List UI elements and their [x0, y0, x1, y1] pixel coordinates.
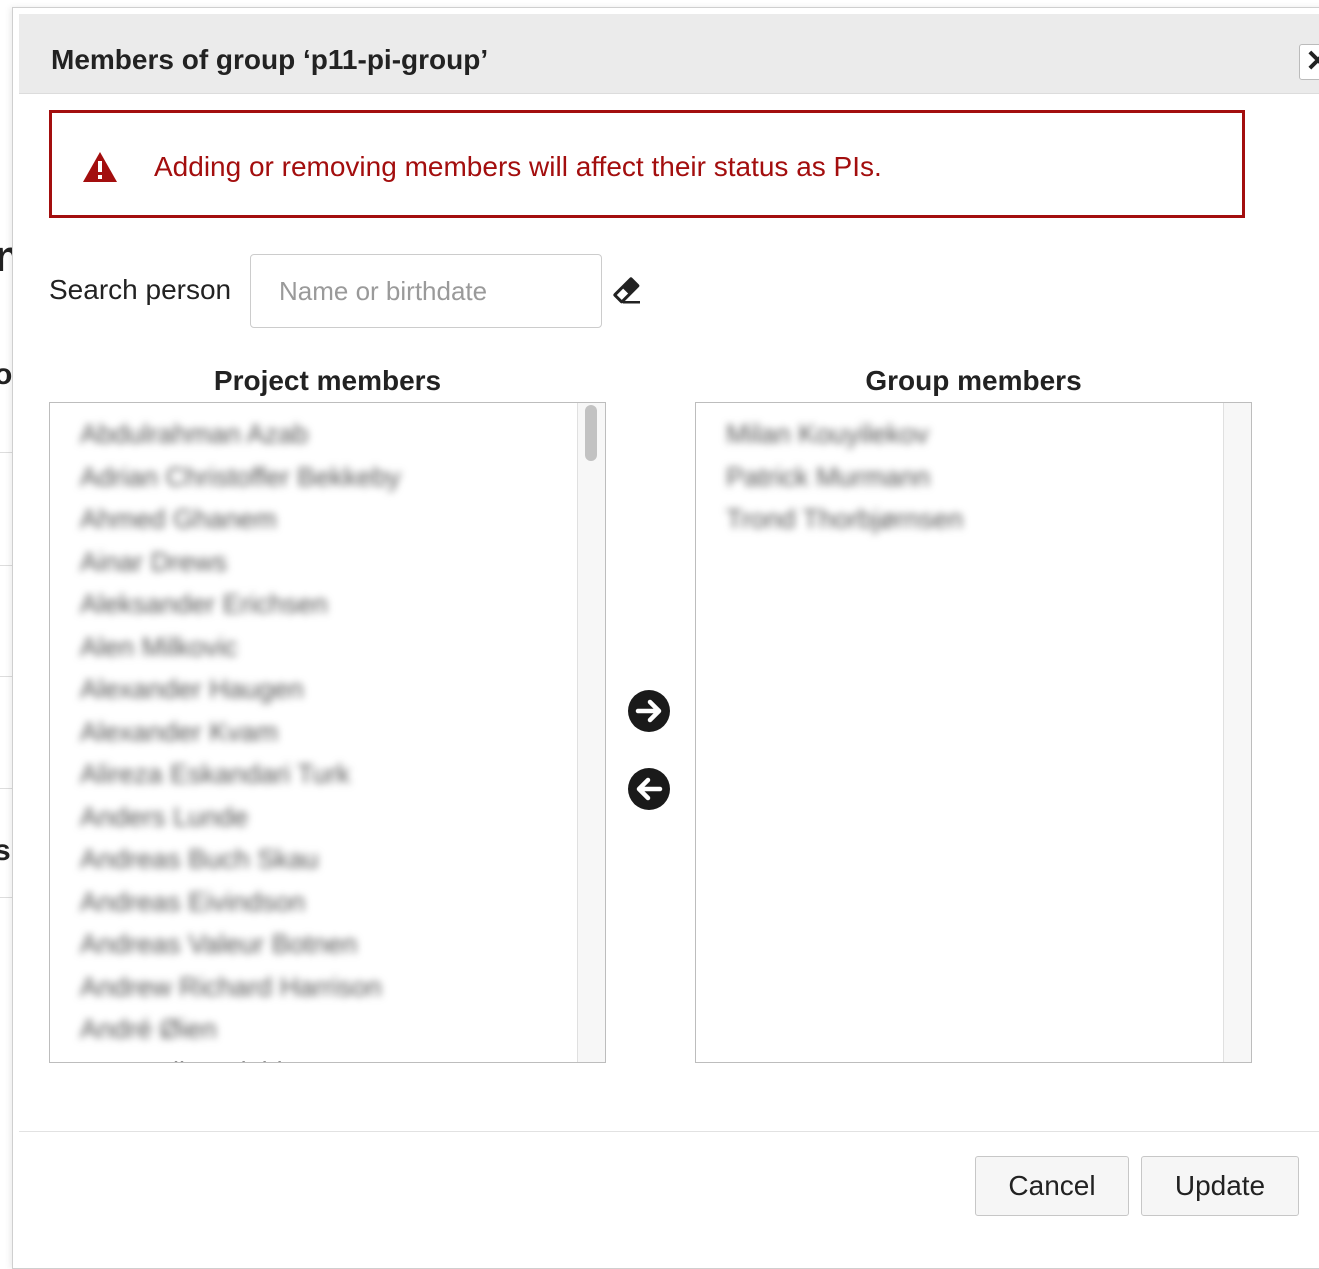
list-item[interactable]: Ane Malin Solaid — [80, 1055, 580, 1063]
list-item[interactable]: Alireza Eskandari Turk — [80, 757, 580, 800]
list-item[interactable]: Andreas Buch Skau — [80, 842, 580, 885]
group-members-title: Group members — [865, 365, 1082, 396]
project-members-scrollbar[interactable] — [577, 403, 605, 1062]
list-item[interactable]: Alexander Haugen — [80, 672, 580, 715]
list-item[interactable]: Anders Lunde — [80, 800, 580, 843]
project-members-items: Abdulrahman Azab Adrian Christoffer Bekk… — [80, 417, 580, 1063]
list-item[interactable]: Trond Thorbjørnsen — [726, 502, 1226, 545]
list-item[interactable]: Andreas Eivindson — [80, 885, 580, 928]
close-button[interactable]: ✕ — [1299, 44, 1319, 80]
update-button[interactable]: Update — [1141, 1156, 1299, 1216]
list-item[interactable]: Aleksander Erichsen — [80, 587, 580, 630]
list-item[interactable]: Patrick Murmann — [726, 460, 1226, 503]
list-item[interactable]: Alexander Kvam — [80, 715, 580, 758]
list-item[interactable]: Abdulrahman Azab — [80, 417, 580, 460]
background-divider — [0, 565, 12, 566]
list-item[interactable]: Andreas Valeur Botnen — [80, 927, 580, 970]
warning-triangle-icon — [83, 152, 117, 182]
eraser-icon[interactable] — [610, 276, 642, 304]
group-members-scrollbar[interactable] — [1223, 403, 1251, 1062]
list-item[interactable]: Ainar Drews — [80, 545, 580, 588]
cancel-button[interactable]: Cancel — [975, 1156, 1129, 1216]
members-dialog: Members of group ‘p11-pi-group’ ✕ Adding… — [12, 7, 1319, 1269]
scrollbar-thumb[interactable] — [585, 405, 597, 461]
group-members-items: Milan Kouyilekov Patrick Murmann Trond T… — [726, 417, 1226, 545]
list-item[interactable]: Milan Kouyilekov — [726, 417, 1226, 460]
footer-divider — [19, 1131, 1319, 1132]
alert-message: Adding or removing members will affect t… — [154, 151, 882, 182]
arrow-left-circle-icon[interactable] — [627, 767, 671, 811]
close-icon: ✕ — [1305, 45, 1319, 78]
list-item[interactable]: André Øien — [80, 1012, 580, 1055]
background-text: s — [0, 834, 11, 867]
project-members-list[interactable]: Abdulrahman Azab Adrian Christoffer Bekk… — [49, 402, 606, 1063]
background-divider — [0, 452, 12, 453]
list-item[interactable]: Andrew Richard Harrison — [80, 970, 580, 1013]
list-item[interactable]: Alen Milkovic — [80, 630, 580, 673]
background-divider — [0, 676, 12, 677]
search-input[interactable] — [250, 254, 602, 328]
dialog-header: Members of group ‘p11-pi-group’ ✕ — [19, 14, 1319, 94]
project-members-title: Project members — [213, 365, 442, 396]
arrow-right-circle-icon[interactable] — [627, 689, 671, 733]
search-label: Search person — [49, 274, 232, 305]
background-text: o — [0, 358, 13, 391]
background-divider — [0, 788, 12, 789]
background-divider — [0, 897, 12, 898]
list-item[interactable]: Adrian Christoffer Bekkeby — [80, 460, 580, 503]
warning-alert: Adding or removing members will affect t… — [49, 110, 1245, 218]
list-item[interactable]: Ahmed Ghanem — [80, 502, 580, 545]
group-members-list[interactable]: Milan Kouyilekov Patrick Murmann Trond T… — [695, 402, 1252, 1063]
dialog-title: Members of group ‘p11-pi-group’ — [51, 44, 489, 75]
